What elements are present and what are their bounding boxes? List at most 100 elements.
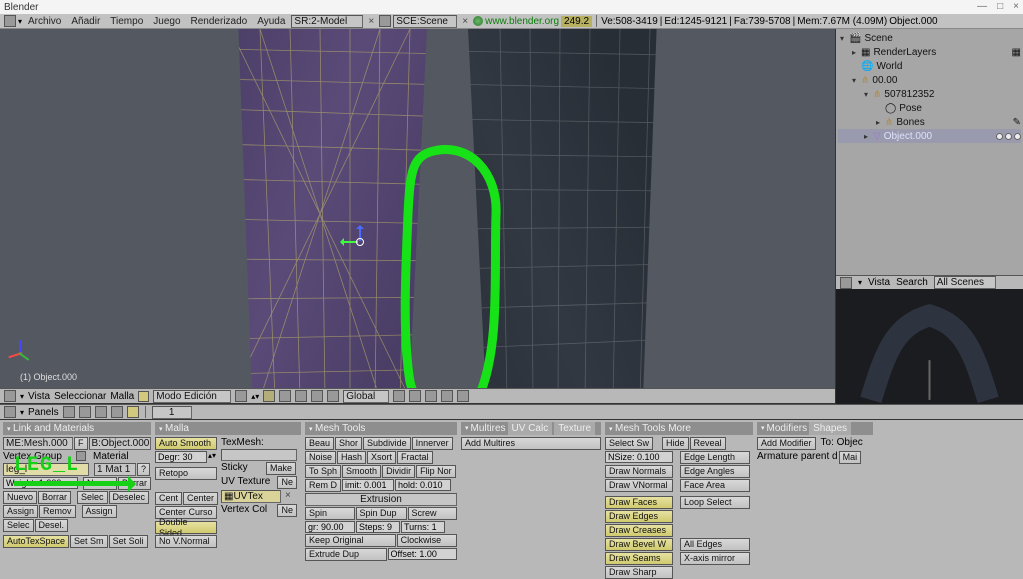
vcol-new-button[interactable]: Ne [277,504,297,517]
steps-field[interactable]: Steps: 9 [356,521,400,533]
sticky-make-button[interactable]: Make [266,462,296,475]
expand-icon[interactable]: ▾ [18,17,22,26]
drawbevelw-button[interactable]: Draw Bevel W [605,538,673,551]
editmode-icon[interactable] [138,391,149,402]
offset-field[interactable]: Offset: 1.00 [388,548,457,560]
draw-type-icon[interactable] [235,390,247,402]
extrudedup-button[interactable]: Extrude Dup [305,548,387,561]
mat-assign-button[interactable]: Assign [82,505,117,518]
spindup-button[interactable]: Spin Dup [356,507,407,520]
screw-button[interactable]: Screw [408,507,458,520]
drawnormals-button[interactable]: Draw Normals [605,465,673,478]
drawseams-button[interactable]: Draw Seams [605,552,673,565]
orientation-dropdown[interactable]: Global [343,390,389,403]
3dview-menu-vista[interactable]: Vista [28,391,50,402]
outliner-object[interactable]: Object.000 [884,131,993,142]
smooth-button[interactable]: Smooth [342,465,381,478]
set-smooth-button[interactable]: Set Sm [70,535,108,548]
manipulator-icon[interactable] [279,390,291,402]
cent-button[interactable]: Cent [155,492,182,505]
minimize-icon[interactable]: — [977,1,987,12]
flipnormals-button[interactable]: Flip Nor [416,465,456,478]
innerver-button[interactable]: Innerver [412,437,453,450]
mat-deselec-button[interactable]: Deselec [109,491,150,504]
xaxismirror-button[interactable]: X-axis mirror [680,552,750,565]
rotate-icon[interactable] [311,390,323,402]
outliner-scene[interactable]: Scene [864,33,1021,44]
outliner-renderlayers[interactable]: RenderLayers [873,47,1008,58]
context-script-icon[interactable] [79,406,91,418]
tosphere-button[interactable]: To Sph [305,465,341,478]
vg-remove-button[interactable]: Remov [39,505,76,518]
menu-renderizado[interactable]: Renderizado [187,16,252,27]
menu-tiempo[interactable]: Tiempo [106,16,147,27]
short-button[interactable]: Shor [335,437,362,450]
set-solid-button[interactable]: Set Soli [109,535,148,548]
nsize-field[interactable]: NSize: 0.100 [605,451,673,463]
proportional-icon[interactable] [457,390,469,402]
outliner-menu-vista[interactable]: Vista [868,277,890,288]
buttons-type-icon[interactable] [4,406,16,418]
vg-assign-button[interactable]: Assign [3,505,38,518]
object-name-field[interactable]: B:Object.000 [89,437,151,450]
context-object-icon[interactable] [111,406,123,418]
drawsharp-button[interactable]: Draw Sharp [605,566,673,579]
drawfaces-button[interactable]: Draw Faces [605,496,673,509]
spin-button[interactable]: Spin [305,507,355,520]
menu-anadir[interactable]: Añadir [67,16,104,27]
novnormal-button[interactable]: No V.Normal [155,535,217,548]
frame-field[interactable]: 1 [152,406,192,419]
info-header-icon[interactable] [4,15,16,27]
degr-field[interactable]: Degr: 30 [155,451,207,463]
drawcreases-button[interactable]: Draw Creases [605,524,673,537]
occlude-icon[interactable] [441,390,453,402]
tab-modifiers[interactable]: Modifiers [767,422,808,435]
loopselect-button[interactable]: Loop Select [680,496,750,509]
center-button[interactable]: Center [183,492,218,505]
outliner-scope-field[interactable]: All Scenes [934,276,996,289]
reveal-button[interactable]: Reveal [690,437,726,450]
mat-selec-button[interactable]: Selec [77,491,108,504]
sel-edge-icon[interactable] [409,390,421,402]
3dview-menu-seleccionar[interactable]: Seleccionar [54,391,106,402]
vg-selec-button[interactable]: Selec [3,519,34,532]
sel-vertex-icon[interactable] [393,390,405,402]
edit-icon[interactable]: ✎ [1013,117,1021,128]
tab-texture[interactable]: Texture [554,422,595,435]
outliner-root[interactable]: 00.00 [872,75,1021,86]
maximize-icon[interactable]: □ [997,1,1003,12]
pivot-icon[interactable] [263,390,275,402]
tab-shapes[interactable]: Shapes [809,422,851,435]
scene-browse-icon[interactable] [379,15,391,27]
expand-icon[interactable]: ▾ [858,278,862,287]
threshold-field[interactable]: hold: 0.010 [395,479,451,491]
selectswap-button[interactable]: Select Sw [605,437,653,450]
add-multires-button[interactable]: Add Multires [461,437,601,450]
material-help-button[interactable]: ? [137,463,150,476]
sel-face-icon[interactable] [425,390,437,402]
vg-desel-button[interactable]: Desel. [35,519,69,532]
menu-juego[interactable]: Juego [149,16,184,27]
clockwise-button[interactable]: Clockwise [397,534,457,547]
fake-user-button[interactable]: F [74,437,88,450]
mode-dropdown[interactable]: Modo Edición [153,390,231,403]
vg-borrar-button[interactable]: Borrar [38,491,71,504]
restrict-render-icon[interactable] [1014,133,1021,140]
mesh-name-field[interactable]: ME:Mesh.000 [3,437,73,450]
translate-icon[interactable] [295,390,307,402]
menu-ayuda[interactable]: Ayuda [253,16,289,27]
3dview-menu-malla[interactable]: Malla [110,391,134,402]
tab-multires[interactable]: Multires [471,422,506,435]
drawvnormal-button[interactable]: Draw VNormal [605,479,673,492]
remdoubles-button[interactable]: Rem D [305,479,341,492]
restrict-select-icon[interactable] [1005,133,1012,140]
make-real-button[interactable]: Mai [839,451,862,464]
outliner-type-icon[interactable] [840,277,852,289]
uvtex-new-button[interactable]: Ne [277,476,297,489]
context-logic-icon[interactable] [63,406,75,418]
restrict-view-icon[interactable] [996,133,1003,140]
uvtex-name-field[interactable]: ▦UVTex [221,490,281,503]
close-icon[interactable]: × [1013,1,1019,12]
vg-nuevo-button[interactable]: Nuevo [3,491,37,504]
facearea-button[interactable]: Face Area [680,479,750,492]
